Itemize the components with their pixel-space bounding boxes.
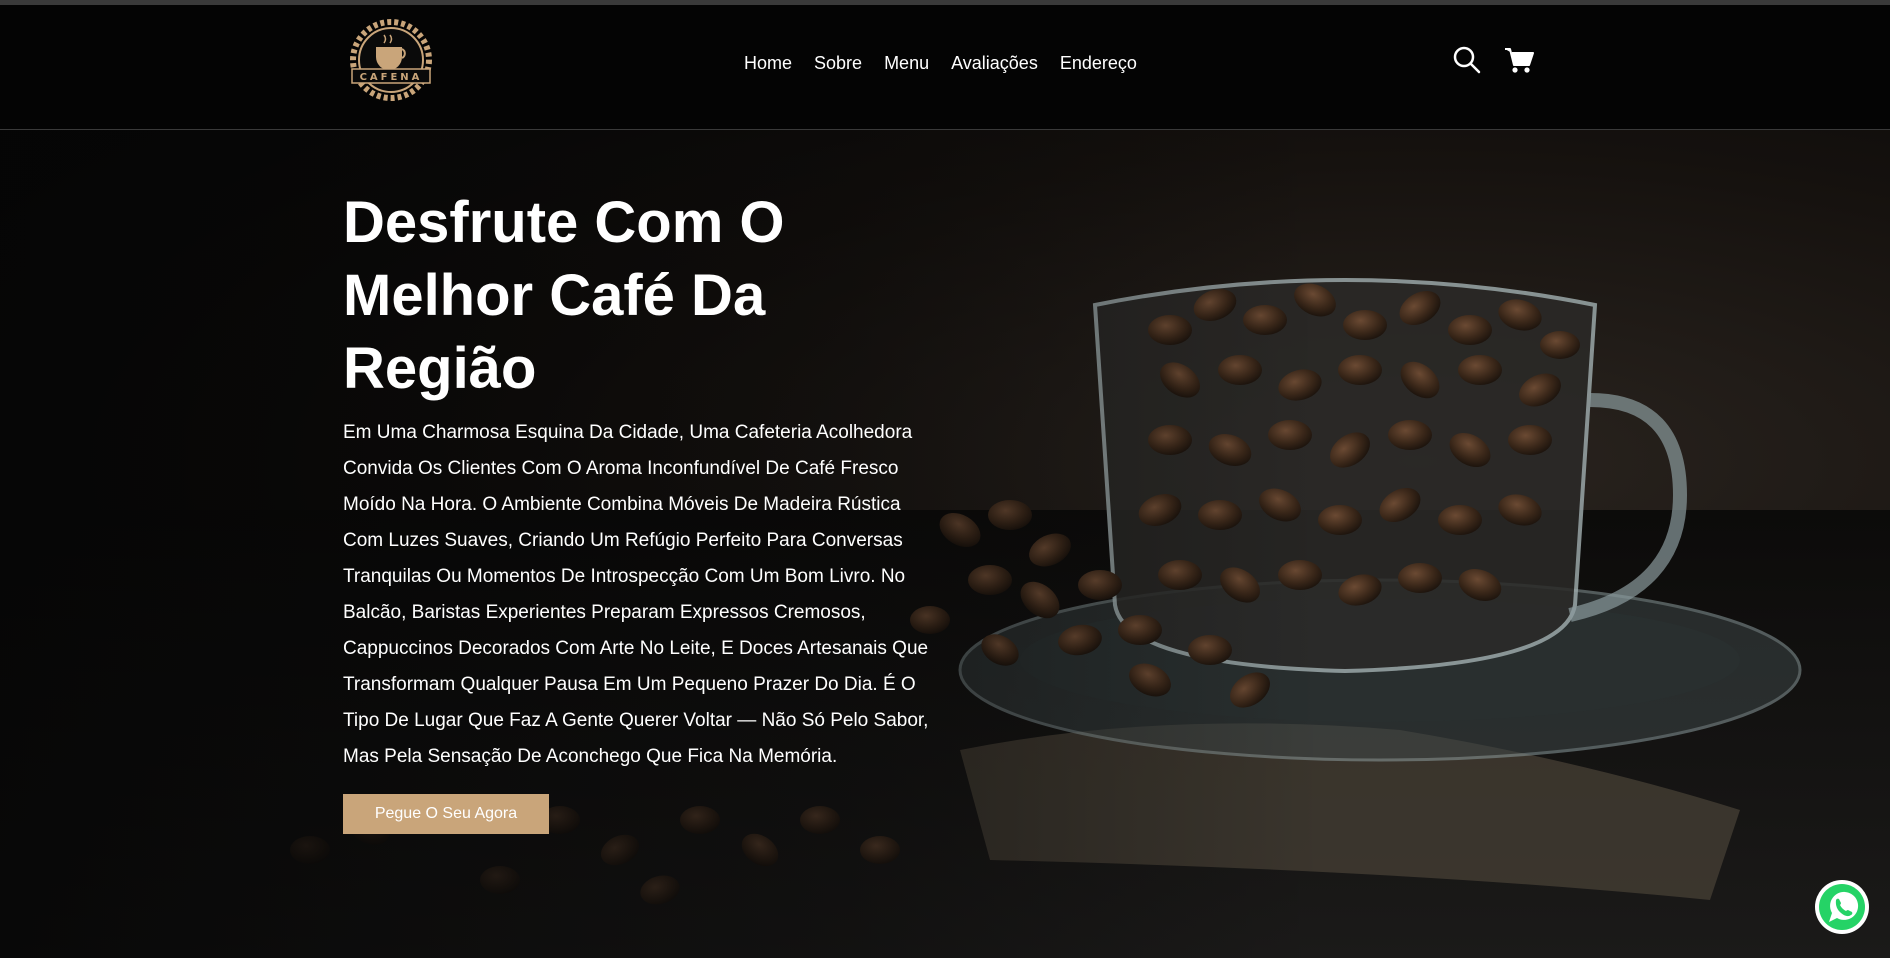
nav-endereco[interactable]: Endereço [1060, 49, 1137, 77]
logo-text: CAFENA [360, 72, 423, 83]
search-button[interactable] [1450, 43, 1484, 77]
main-nav: Home Sobre Menu Avaliações Endereço [744, 49, 1137, 77]
hero-title: Desfrute Com O Melhor Café Da Região [343, 190, 785, 401]
whatsapp-icon [1819, 884, 1865, 930]
cart-icon [1505, 48, 1534, 73]
cart-button[interactable] [1502, 43, 1536, 77]
hero-section: Desfrute Com O Melhor Café Da Região Em … [0, 130, 1890, 958]
site-header: CAFENA Home Sobre Menu Avaliações Endere… [0, 5, 1890, 130]
hero-description: Em Uma Charmosa Esquina Da Cidade, Uma C… [343, 422, 929, 767]
whatsapp-button[interactable] [1815, 880, 1869, 934]
search-icon [1453, 46, 1481, 74]
nav-sobre[interactable]: Sobre [814, 49, 862, 77]
nav-home[interactable]: Home [744, 49, 792, 77]
nav-avaliacoes[interactable]: Avaliações [951, 49, 1038, 77]
cta-button[interactable]: Pegue O Seu Agora [343, 794, 549, 834]
nav-menu[interactable]: Menu [884, 49, 929, 77]
coffee-cup-image [0, 130, 1890, 958]
cafena-logo[interactable]: CAFENA [342, 17, 440, 103]
